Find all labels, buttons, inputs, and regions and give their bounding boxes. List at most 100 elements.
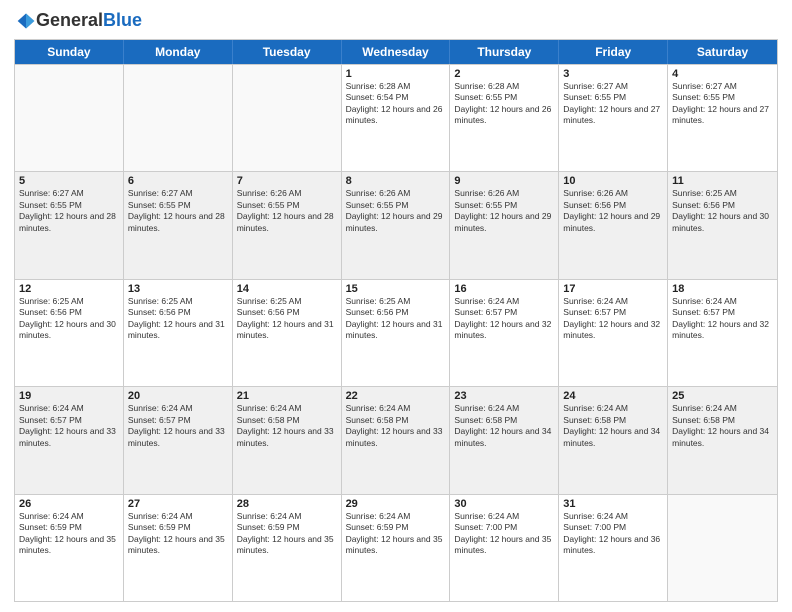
day-info: Sunrise: 6:24 AM Sunset: 6:57 PM Dayligh…: [128, 403, 228, 449]
calendar-cell: [668, 495, 777, 601]
day-number: 10: [563, 175, 663, 187]
calendar-cell: 3Sunrise: 6:27 AM Sunset: 6:55 PM Daylig…: [559, 65, 668, 171]
day-number: 4: [672, 68, 773, 80]
day-number: 1: [346, 68, 446, 80]
day-info: Sunrise: 6:24 AM Sunset: 6:58 PM Dayligh…: [672, 403, 773, 449]
day-number: 28: [237, 498, 337, 510]
calendar-cell: 19Sunrise: 6:24 AM Sunset: 6:57 PM Dayli…: [15, 387, 124, 493]
calendar-cell: 6Sunrise: 6:27 AM Sunset: 6:55 PM Daylig…: [124, 172, 233, 278]
day-number: 31: [563, 498, 663, 510]
calendar-cell: 17Sunrise: 6:24 AM Sunset: 6:57 PM Dayli…: [559, 280, 668, 386]
day-number: 24: [563, 390, 663, 402]
calendar-header-cell: Monday: [124, 40, 233, 64]
day-info: Sunrise: 6:27 AM Sunset: 6:55 PM Dayligh…: [128, 188, 228, 234]
calendar-cell: 12Sunrise: 6:25 AM Sunset: 6:56 PM Dayli…: [15, 280, 124, 386]
day-info: Sunrise: 6:24 AM Sunset: 6:58 PM Dayligh…: [563, 403, 663, 449]
day-info: Sunrise: 6:25 AM Sunset: 6:56 PM Dayligh…: [672, 188, 773, 234]
day-info: Sunrise: 6:25 AM Sunset: 6:56 PM Dayligh…: [237, 296, 337, 342]
day-info: Sunrise: 6:27 AM Sunset: 6:55 PM Dayligh…: [672, 81, 773, 127]
page: General Blue SundayMondayTuesdayWednesda…: [0, 0, 792, 612]
day-info: Sunrise: 6:24 AM Sunset: 6:59 PM Dayligh…: [128, 511, 228, 557]
day-number: 5: [19, 175, 119, 187]
calendar-cell: 1Sunrise: 6:28 AM Sunset: 6:54 PM Daylig…: [342, 65, 451, 171]
calendar-header-cell: Friday: [559, 40, 668, 64]
calendar-cell: 29Sunrise: 6:24 AM Sunset: 6:59 PM Dayli…: [342, 495, 451, 601]
calendar-cell: 8Sunrise: 6:26 AM Sunset: 6:55 PM Daylig…: [342, 172, 451, 278]
calendar-header-row: SundayMondayTuesdayWednesdayThursdayFrid…: [15, 40, 777, 64]
day-number: 16: [454, 283, 554, 295]
calendar-cell: 18Sunrise: 6:24 AM Sunset: 6:57 PM Dayli…: [668, 280, 777, 386]
calendar-cell: 9Sunrise: 6:26 AM Sunset: 6:55 PM Daylig…: [450, 172, 559, 278]
calendar-row: 5Sunrise: 6:27 AM Sunset: 6:55 PM Daylig…: [15, 171, 777, 278]
calendar-cell: 10Sunrise: 6:26 AM Sunset: 6:56 PM Dayli…: [559, 172, 668, 278]
day-info: Sunrise: 6:24 AM Sunset: 7:00 PM Dayligh…: [563, 511, 663, 557]
day-info: Sunrise: 6:24 AM Sunset: 6:57 PM Dayligh…: [454, 296, 554, 342]
calendar-cell: 23Sunrise: 6:24 AM Sunset: 6:58 PM Dayli…: [450, 387, 559, 493]
day-info: Sunrise: 6:26 AM Sunset: 6:55 PM Dayligh…: [237, 188, 337, 234]
day-number: 27: [128, 498, 228, 510]
day-number: 29: [346, 498, 446, 510]
day-number: 11: [672, 175, 773, 187]
calendar-header-cell: Tuesday: [233, 40, 342, 64]
calendar-cell: 25Sunrise: 6:24 AM Sunset: 6:58 PM Dayli…: [668, 387, 777, 493]
day-info: Sunrise: 6:25 AM Sunset: 6:56 PM Dayligh…: [346, 296, 446, 342]
day-number: 20: [128, 390, 228, 402]
day-info: Sunrise: 6:24 AM Sunset: 6:57 PM Dayligh…: [563, 296, 663, 342]
calendar-cell: [233, 65, 342, 171]
calendar-cell: 11Sunrise: 6:25 AM Sunset: 6:56 PM Dayli…: [668, 172, 777, 278]
day-info: Sunrise: 6:24 AM Sunset: 6:58 PM Dayligh…: [237, 403, 337, 449]
calendar-cell: 14Sunrise: 6:25 AM Sunset: 6:56 PM Dayli…: [233, 280, 342, 386]
day-info: Sunrise: 6:24 AM Sunset: 6:57 PM Dayligh…: [19, 403, 119, 449]
day-info: Sunrise: 6:24 AM Sunset: 6:58 PM Dayligh…: [454, 403, 554, 449]
day-info: Sunrise: 6:24 AM Sunset: 6:59 PM Dayligh…: [346, 511, 446, 557]
day-number: 26: [19, 498, 119, 510]
calendar-row: 19Sunrise: 6:24 AM Sunset: 6:57 PM Dayli…: [15, 386, 777, 493]
calendar-header-cell: Wednesday: [342, 40, 451, 64]
calendar-cell: 30Sunrise: 6:24 AM Sunset: 7:00 PM Dayli…: [450, 495, 559, 601]
day-info: Sunrise: 6:26 AM Sunset: 6:55 PM Dayligh…: [346, 188, 446, 234]
calendar-cell: 31Sunrise: 6:24 AM Sunset: 7:00 PM Dayli…: [559, 495, 668, 601]
calendar-cell: 24Sunrise: 6:24 AM Sunset: 6:58 PM Dayli…: [559, 387, 668, 493]
calendar-cell: 26Sunrise: 6:24 AM Sunset: 6:59 PM Dayli…: [15, 495, 124, 601]
day-number: 12: [19, 283, 119, 295]
calendar-cell: 4Sunrise: 6:27 AM Sunset: 6:55 PM Daylig…: [668, 65, 777, 171]
calendar-cell: 16Sunrise: 6:24 AM Sunset: 6:57 PM Dayli…: [450, 280, 559, 386]
header: General Blue: [14, 10, 778, 31]
calendar-cell: 20Sunrise: 6:24 AM Sunset: 6:57 PM Dayli…: [124, 387, 233, 493]
day-number: 9: [454, 175, 554, 187]
calendar-header-cell: Sunday: [15, 40, 124, 64]
calendar-row: 1Sunrise: 6:28 AM Sunset: 6:54 PM Daylig…: [15, 64, 777, 171]
calendar-cell: 28Sunrise: 6:24 AM Sunset: 6:59 PM Dayli…: [233, 495, 342, 601]
calendar-cell: 21Sunrise: 6:24 AM Sunset: 6:58 PM Dayli…: [233, 387, 342, 493]
calendar-cell: 5Sunrise: 6:27 AM Sunset: 6:55 PM Daylig…: [15, 172, 124, 278]
day-number: 8: [346, 175, 446, 187]
logo-icon: [16, 11, 36, 31]
day-number: 25: [672, 390, 773, 402]
day-number: 23: [454, 390, 554, 402]
day-info: Sunrise: 6:24 AM Sunset: 6:57 PM Dayligh…: [672, 296, 773, 342]
calendar-cell: [15, 65, 124, 171]
day-info: Sunrise: 6:27 AM Sunset: 6:55 PM Dayligh…: [563, 81, 663, 127]
calendar-cell: 27Sunrise: 6:24 AM Sunset: 6:59 PM Dayli…: [124, 495, 233, 601]
day-info: Sunrise: 6:25 AM Sunset: 6:56 PM Dayligh…: [19, 296, 119, 342]
day-info: Sunrise: 6:25 AM Sunset: 6:56 PM Dayligh…: [128, 296, 228, 342]
day-info: Sunrise: 6:28 AM Sunset: 6:55 PM Dayligh…: [454, 81, 554, 127]
calendar-cell: 15Sunrise: 6:25 AM Sunset: 6:56 PM Dayli…: [342, 280, 451, 386]
calendar-row: 26Sunrise: 6:24 AM Sunset: 6:59 PM Dayli…: [15, 494, 777, 601]
day-info: Sunrise: 6:24 AM Sunset: 6:59 PM Dayligh…: [19, 511, 119, 557]
day-info: Sunrise: 6:24 AM Sunset: 6:58 PM Dayligh…: [346, 403, 446, 449]
calendar-row: 12Sunrise: 6:25 AM Sunset: 6:56 PM Dayli…: [15, 279, 777, 386]
day-number: 14: [237, 283, 337, 295]
day-number: 18: [672, 283, 773, 295]
day-number: 3: [563, 68, 663, 80]
logo-general: General: [36, 10, 103, 31]
day-number: 6: [128, 175, 228, 187]
day-info: Sunrise: 6:26 AM Sunset: 6:55 PM Dayligh…: [454, 188, 554, 234]
day-info: Sunrise: 6:28 AM Sunset: 6:54 PM Dayligh…: [346, 81, 446, 127]
day-number: 2: [454, 68, 554, 80]
day-number: 22: [346, 390, 446, 402]
day-number: 15: [346, 283, 446, 295]
day-info: Sunrise: 6:24 AM Sunset: 6:59 PM Dayligh…: [237, 511, 337, 557]
day-info: Sunrise: 6:27 AM Sunset: 6:55 PM Dayligh…: [19, 188, 119, 234]
day-number: 30: [454, 498, 554, 510]
